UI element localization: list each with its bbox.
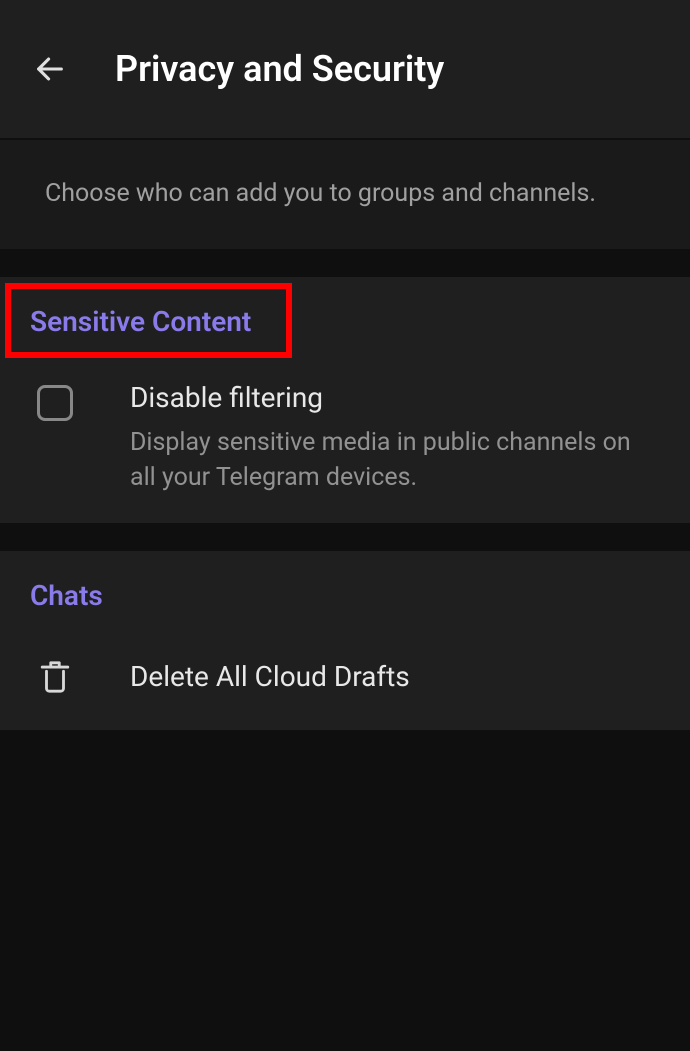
- checkbox-icon: [30, 378, 80, 428]
- back-button[interactable]: [20, 39, 80, 99]
- section-header-label: Sensitive Content: [30, 305, 251, 338]
- arrow-left-icon: [33, 52, 67, 86]
- page-title: Privacy and Security: [115, 48, 444, 90]
- app-header: Privacy and Security: [0, 0, 690, 140]
- section-sensitive-content: Sensitive Content Disable filtering Disp…: [0, 277, 690, 523]
- section-header-chats: Chats: [30, 579, 660, 642]
- row-title: Delete All Cloud Drafts: [130, 657, 410, 696]
- row-disable-filtering[interactable]: Disable filtering Display sensitive medi…: [30, 368, 660, 495]
- info-row: Choose who can add you to groups and cha…: [0, 140, 690, 249]
- section-header-sensitive: Sensitive Content: [30, 305, 251, 368]
- section-chats: Chats Delete All Cloud Drafts: [0, 551, 690, 730]
- trash-icon: [30, 652, 80, 702]
- row-title: Disable filtering: [130, 378, 660, 417]
- info-text: Choose who can add you to groups and cha…: [45, 178, 645, 211]
- row-subtitle: Display sensitive media in public channe…: [130, 425, 660, 495]
- row-delete-drafts[interactable]: Delete All Cloud Drafts: [30, 642, 660, 702]
